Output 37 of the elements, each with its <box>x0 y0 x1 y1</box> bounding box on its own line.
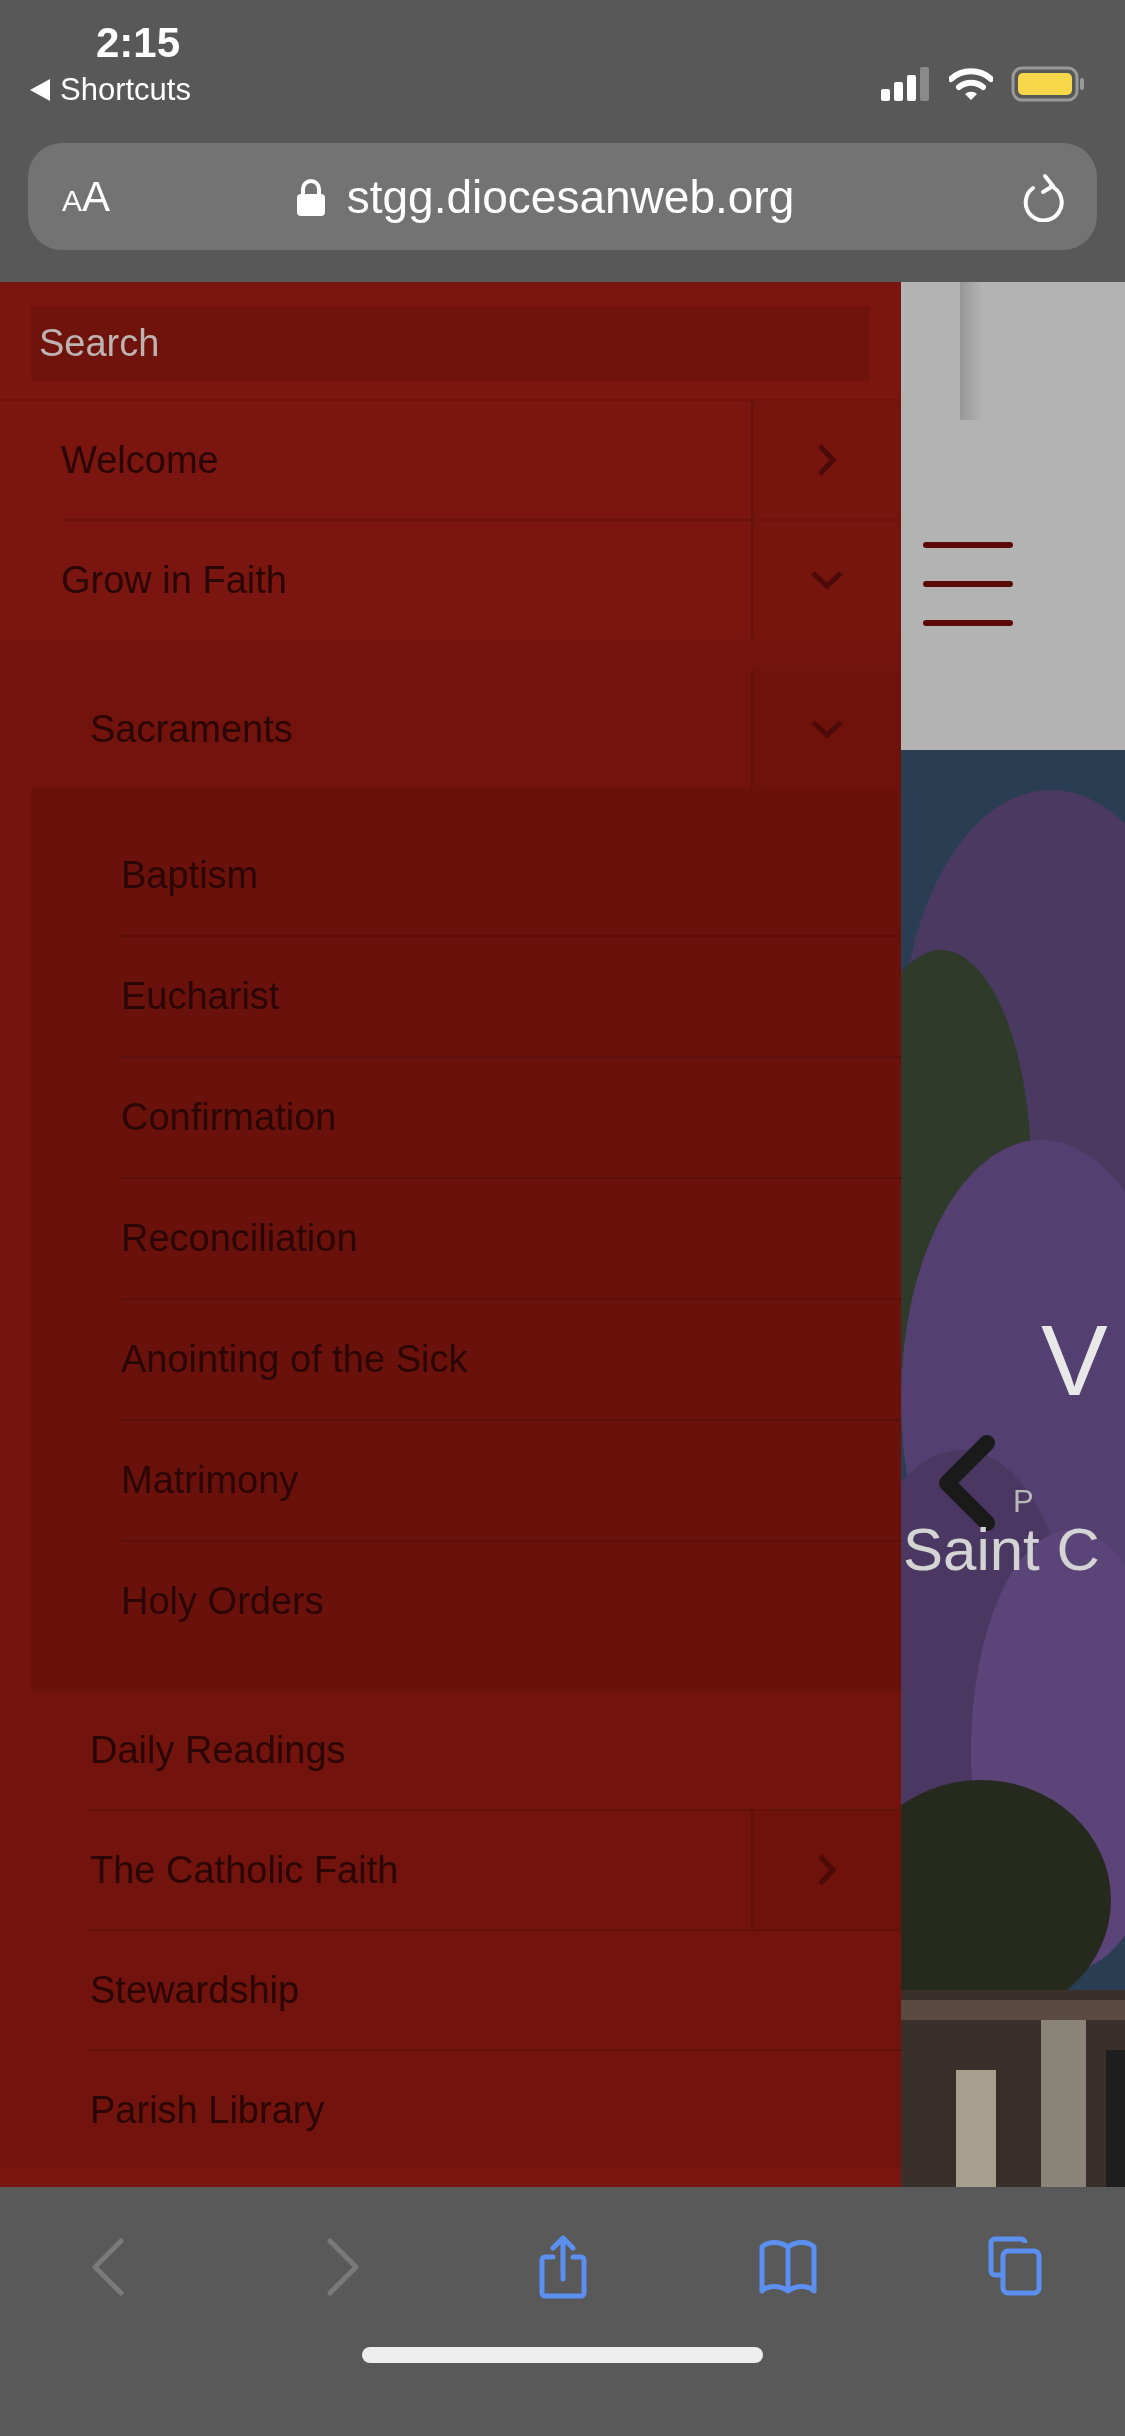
back-to-app-link[interactable]: Shortcuts <box>30 72 191 108</box>
menu-link[interactable]: Parish Library <box>90 2051 901 2169</box>
menu-link[interactable]: Confirmation <box>121 1058 901 1177</box>
expand-toggle[interactable] <box>751 670 901 788</box>
reload-icon[interactable] <box>1021 171 1067 222</box>
menu-link[interactable]: Eucharist <box>121 937 901 1056</box>
menu-link[interactable]: Holy Orders <box>121 1542 901 1661</box>
menu-link[interactable]: Sacraments <box>90 670 751 788</box>
address-bar[interactable]: AA stgg.diocesanweb.org <box>28 143 1097 250</box>
menu-link[interactable]: Matrimony <box>121 1421 901 1540</box>
home-indicator[interactable] <box>362 2347 763 2363</box>
search-field[interactable]: Search <box>31 306 870 381</box>
menu-icon[interactable] <box>921 540 1015 628</box>
battery-icon <box>1011 66 1085 102</box>
menu-link[interactable]: Anointing of the Sick <box>121 1300 901 1419</box>
menu-link[interactable]: Welcome <box>61 401 751 519</box>
expand-toggle[interactable] <box>751 1811 901 1929</box>
signal-icon <box>881 67 931 101</box>
menu-link[interactable]: Baptism <box>121 816 901 935</box>
lock-icon <box>296 177 325 216</box>
chevron-down-icon <box>810 570 844 590</box>
hero-heading: V <box>1041 1310 1108 1410</box>
back-triangle-icon <box>30 79 50 101</box>
menu-link[interactable]: Reconciliation <box>121 1179 901 1298</box>
text-size-button[interactable]: AA <box>62 172 111 221</box>
expand-toggle[interactable] <box>751 521 901 639</box>
clock-time: 2:15 <box>96 18 181 68</box>
menu-link[interactable]: Daily Readings <box>90 1691 901 1809</box>
menu-link[interactable]: Stewardship <box>90 1931 901 2049</box>
url-text[interactable]: stgg.diocesanweb.org <box>346 169 795 224</box>
chevron-down-icon <box>810 719 844 739</box>
expand-toggle[interactable] <box>751 401 901 519</box>
chevron-right-icon <box>817 1853 837 1887</box>
menu-link[interactable]: Grow in Faith <box>61 521 751 639</box>
chevron-right-icon <box>817 443 837 477</box>
wifi-icon <box>949 67 993 101</box>
menu-link[interactable]: The Catholic Faith <box>90 1811 751 1929</box>
